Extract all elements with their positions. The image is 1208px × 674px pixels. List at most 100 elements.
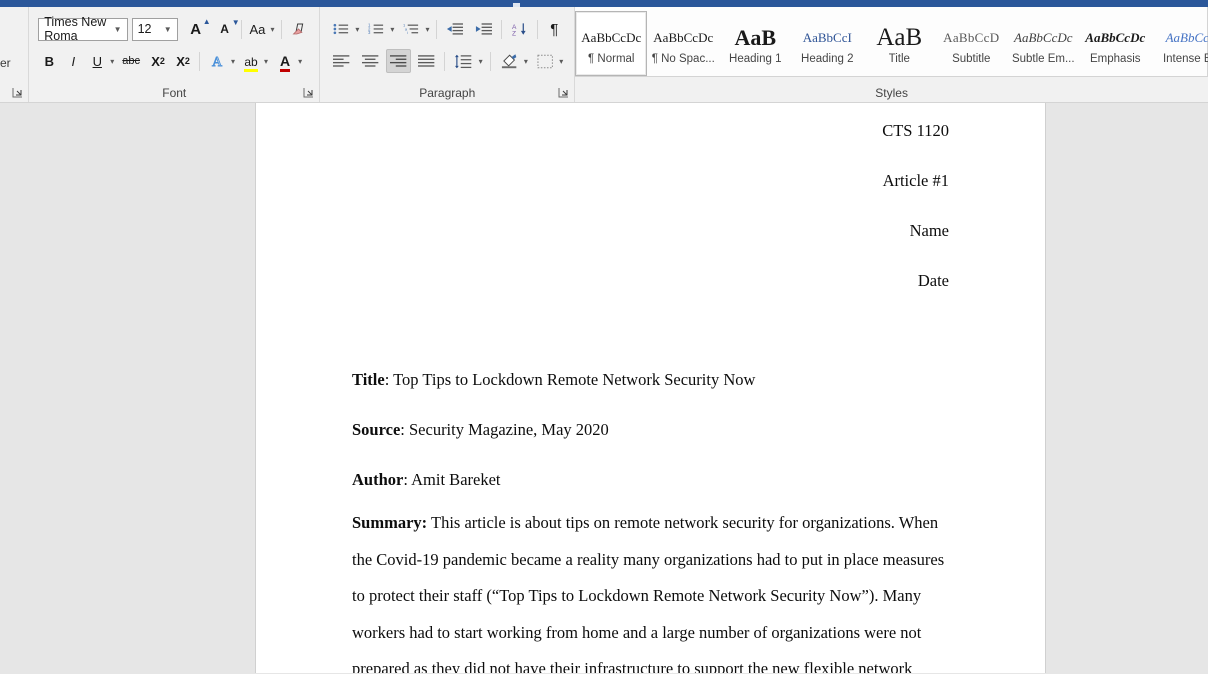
style-name: ¶ No Spac... [651,52,715,65]
font-size-combo[interactable]: 12 ▼ [131,17,178,41]
style-sample: AaB [734,24,777,50]
grow-font-label: A [190,20,202,38]
field-value: : Top Tips to Lockdown Remote Network Se… [384,370,756,389]
divider [436,19,438,39]
style-name: Emphasis [1090,52,1141,65]
font-size-value: 12 [137,22,152,36]
clipboard-dialog-launcher-icon[interactable] [12,87,23,98]
chevron-down-icon[interactable]: ▾ [557,57,565,66]
style-name: Subtitle [952,52,991,65]
align-right-button[interactable] [385,49,412,73]
down-arrow-icon: ▼ [231,18,240,27]
underline-button[interactable]: U [86,49,108,73]
font-dialog-launcher-icon[interactable] [303,87,314,98]
clear-formatting-icon[interactable] [287,17,310,41]
ribbon-group-paragraph: ▾ 1 2 3 ▾ 1 a i ▾ A Z ¶ ▾ ▾ ▾ Paragraph [319,7,574,102]
style-item-intense-e[interactable]: AaBbCc Intense E [1151,11,1208,76]
chevron-down-icon[interactable]: ▼ [109,25,127,34]
chevron-down-icon[interactable]: ▾ [108,57,116,66]
change-case-button[interactable]: Aa [246,17,268,41]
style-sample: AaBbCcDc [653,29,714,45]
summary-paragraph: Summary: This article is about tips on r… [352,505,949,673]
style-item-subtle-em[interactable]: AaBbCcDc Subtle Em... [1007,11,1079,76]
paragraph-group-label: Paragraph [419,86,476,100]
strikethrough-label: abc [122,55,141,67]
styles-gallery[interactable]: AaBbCcDc ¶ Normal AaBbCcDc ¶ No Spac... AaB H… [575,7,1208,77]
font-name-combo[interactable]: Times New Roma ▼ [38,15,128,43]
chevron-down-icon[interactable]: ▾ [423,25,431,34]
chevron-down-icon[interactable]: ▼ [159,25,177,34]
chevron-down-icon[interactable]: ▾ [268,25,276,34]
strikethrough-button[interactable]: abc [118,49,144,73]
align-left-button[interactable] [329,49,354,73]
shrink-font-label: A [220,22,229,36]
increase-indent-button[interactable] [471,17,496,41]
line-spacing-button[interactable] [450,49,476,73]
divider [489,51,491,71]
document-page[interactable]: CTS 1120 Article #1 Name Date Title: Top Ti… [255,103,1046,673]
style-sample: AaB [876,23,923,51]
bullet-list-button[interactable] [329,17,353,41]
show-formatting-marks-button[interactable]: ¶ [543,17,565,41]
field-author: Author: Amit Bareket [352,455,949,505]
chevron-down-icon[interactable]: ▾ [262,57,270,66]
chevron-down-icon[interactable]: ▾ [353,25,361,34]
style-item-subtitle[interactable]: AaBbCcD Subtitle [935,11,1007,76]
paragraph-dialog-launcher-icon[interactable] [558,87,569,98]
style-sample: AaBbCcI [802,29,852,45]
highlight-color-button[interactable]: ab [240,49,262,73]
font-group-label: Font [162,86,187,100]
superscript-button[interactable]: X2 [172,49,194,73]
document-body[interactable]: CTS 1120 Article #1 Name Date Title: Top Ti… [256,103,1045,673]
borders-button[interactable] [533,49,557,73]
align-justify-button[interactable] [414,49,439,73]
align-center-button[interactable] [358,49,383,73]
header-line-3: Name [909,221,949,240]
style-item-normal[interactable]: AaBbCcDc ¶ Normal [575,11,648,76]
chevron-down-icon[interactable]: ▾ [296,57,304,66]
multilevel-list-button[interactable]: 1 a i [399,17,423,41]
font-color-button[interactable]: A [274,49,296,73]
style-item-heading-1[interactable]: AaB Heading 1 [719,11,791,76]
style-name: Title [888,52,910,65]
text-effects-button[interactable]: A [205,49,229,73]
italic-button[interactable]: I [62,49,84,73]
ribbon-group-styles: AaBbCcDc ¶ Normal AaBbCcDc ¶ No Spac... AaB H… [574,7,1208,102]
subscript-button[interactable]: X2 [147,49,169,73]
field-title: Title: Top Tips to Lockdown Remote Netwo… [352,355,949,405]
style-item-emphasis[interactable]: AaBbCcDc Emphasis [1079,11,1151,76]
ribbon-group-clipboard: er [0,7,28,102]
style-item-title[interactable]: AaB Title [863,11,935,76]
style-name: Heading 1 [729,52,782,65]
shading-button[interactable] [496,49,522,73]
pilcrow-icon: ¶ [550,20,559,38]
subscript-mark: 2 [159,56,165,66]
italic-label: I [71,53,76,69]
style-item-heading-2[interactable]: AaBbCcI Heading 2 [791,11,863,76]
decrease-indent-button[interactable] [442,17,467,41]
style-name: Subtle Em... [1011,52,1075,65]
font-color-label: A [280,53,291,69]
field-label: Source [352,420,401,439]
chevron-down-icon[interactable]: ▾ [229,57,237,66]
chevron-down-icon[interactable]: ▾ [388,25,396,34]
font-color-icon: A [280,53,291,72]
header-line-1: CTS 1120 [882,121,949,140]
document-header-block: CTS 1120 Article #1 Name Date [352,103,949,306]
style-item-no-spac[interactable]: AaBbCcDc ¶ No Spac... [647,11,719,76]
style-sample: AaBbCcDc [1014,29,1073,45]
svg-text:i: i [407,30,408,35]
grow-font-button[interactable]: A ▲ [185,17,210,41]
sort-button[interactable]: A Z [507,17,532,41]
chevron-down-icon[interactable]: ▾ [477,57,485,66]
document-canvas[interactable]: CTS 1120 Article #1 Name Date Title: Top Ti… [0,103,1208,673]
change-case-label: Aa [249,21,266,37]
shrink-font-button[interactable]: A ▼ [214,17,239,41]
field-label: Title [352,370,385,389]
style-sample: AaBbCcD [943,29,1000,45]
numbered-list-button[interactable]: 1 2 3 [364,17,388,41]
highlight-label: ab [244,54,258,69]
bold-button[interactable]: B [38,49,60,73]
chevron-down-icon[interactable]: ▾ [522,57,530,66]
